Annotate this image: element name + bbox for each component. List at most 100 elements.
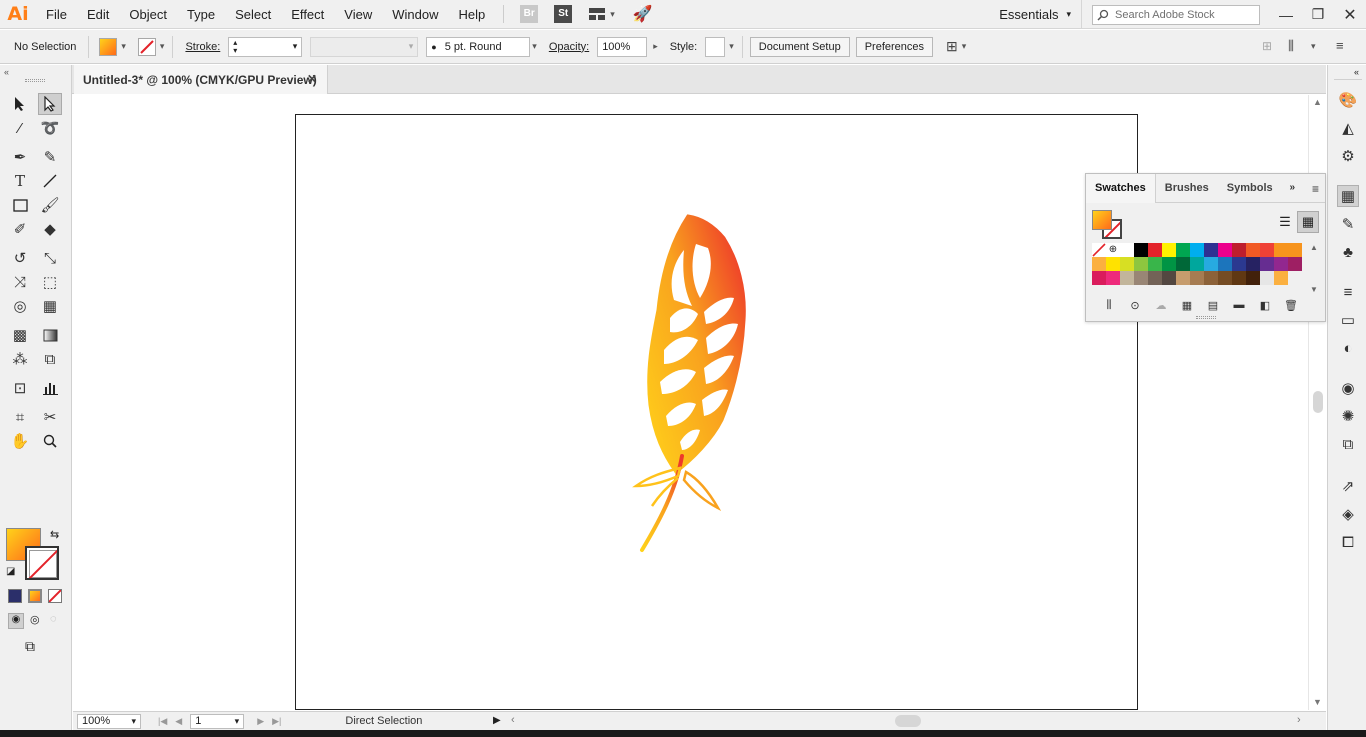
minimize-button[interactable]: — <box>1270 7 1302 23</box>
swap-fill-stroke-icon[interactable]: ⇆ <box>50 528 59 541</box>
folder-icon[interactable]: ▬ <box>1226 299 1252 311</box>
menu-select[interactable]: Select <box>225 0 281 29</box>
gpu-rocket-icon[interactable]: 🚀 <box>633 4 653 24</box>
color-swatch[interactable] <box>1232 257 1246 271</box>
chevron-down-icon[interactable]: ▾ <box>121 41 126 52</box>
document-setup-button[interactable]: Document Setup <box>749 36 850 57</box>
symbols-panel-icon[interactable]: ♣ <box>1337 241 1359 263</box>
expand-panel-icon[interactable]: » <box>1289 182 1295 193</box>
new-swatch-icon[interactable]: ◧ <box>1252 299 1278 312</box>
stroke-label[interactable]: Stroke: <box>177 41 228 53</box>
menu-edit[interactable]: Edit <box>77 0 119 29</box>
color-swatch[interactable] <box>1148 243 1162 257</box>
artboard-tool-icon[interactable]: ⌗ <box>8 406 32 428</box>
opacity-label[interactable]: Opacity: <box>541 41 597 53</box>
zoom-level-field[interactable]: 100% ▾ <box>77 713 141 729</box>
color-swatch[interactable] <box>1092 271 1106 285</box>
color-swatch[interactable] <box>1246 257 1260 271</box>
draw-inside-icon[interactable]: ◌ <box>50 613 57 625</box>
chevron-down-icon[interactable]: ▾ <box>160 41 165 52</box>
artboard-number-field[interactable]: 1 ▾ <box>190 713 245 729</box>
graphic-styles-icon[interactable]: ✺ <box>1337 405 1359 427</box>
color-swatch[interactable] <box>1190 271 1204 285</box>
draw-normal-icon[interactable]: ◉ <box>8 613 24 629</box>
color-swatch[interactable] <box>1134 271 1148 285</box>
color-swatch[interactable] <box>1120 271 1134 285</box>
menu-help[interactable]: Help <box>448 0 495 29</box>
color-swatch[interactable] <box>1120 243 1134 257</box>
status-menu-arrow-icon[interactable]: ▶ <box>493 715 501 726</box>
cloud-icon[interactable]: ☁ <box>1148 299 1174 312</box>
stock-search-input[interactable]: Search Adobe Stock <box>1092 4 1260 25</box>
color-swatch[interactable] <box>1190 257 1204 271</box>
swatch-libraries-icon[interactable]: ⫼ <box>1096 299 1122 312</box>
column-graph-tool-icon[interactable] <box>38 377 62 399</box>
color-swatch[interactable] <box>1176 243 1190 257</box>
color-swatch[interactable] <box>1148 257 1162 271</box>
arrange-documents-icon[interactable]: ▾ <box>588 7 615 21</box>
chevron-down-icon[interactable]: ▾ <box>729 41 734 52</box>
color-swatch[interactable] <box>1274 271 1288 285</box>
shaper-tool-icon[interactable]: ✐ <box>8 218 32 240</box>
draw-behind-icon[interactable]: ◎ <box>30 613 40 626</box>
shape-builder-tool-icon[interactable]: ◎ <box>8 295 32 317</box>
appearance-panel-icon[interactable]: ◉ <box>1337 377 1359 399</box>
gradient-tool-icon[interactable] <box>38 324 62 346</box>
scroll-up-icon[interactable]: ▲ <box>1313 97 1322 107</box>
eraser-tool-icon[interactable]: ◆ <box>38 218 62 240</box>
color-swatch[interactable] <box>1204 243 1218 257</box>
menu-effect[interactable]: Effect <box>281 0 334 29</box>
chevron-down-icon[interactable]: ▾ <box>293 41 298 52</box>
free-transform-tool-icon[interactable]: ⬚ <box>38 271 62 293</box>
screen-mode-icon[interactable]: ⧉ <box>25 638 35 655</box>
swatch-fill-indicator[interactable] <box>1092 210 1112 230</box>
color-swatch[interactable] <box>1288 243 1302 257</box>
color-swatch[interactable] <box>1260 271 1274 285</box>
none-mode-icon[interactable] <box>48 589 62 603</box>
type-tool-icon[interactable]: T <box>8 170 32 192</box>
chevron-down-icon[interactable]: ▾ <box>1311 41 1316 52</box>
width-tool-icon[interactable]: ⤨ <box>8 271 32 293</box>
registration-swatch[interactable]: ⊕ <box>1106 243 1120 257</box>
chevron-right-icon[interactable]: ▸ <box>653 41 658 52</box>
last-artboard-icon[interactable]: ▶| <box>272 716 281 727</box>
panel-grip[interactable] <box>1196 316 1216 319</box>
stroke-color-box[interactable] <box>25 546 59 580</box>
menu-view[interactable]: View <box>334 0 382 29</box>
transparency-panel-icon[interactable]: ◐ <box>1337 337 1359 359</box>
color-swatch[interactable] <box>1134 257 1148 271</box>
eyedropper-tool-icon[interactable]: ⁂ <box>8 348 32 370</box>
stepper-icon[interactable]: ▴ ▾ <box>233 38 237 55</box>
distribute-icon[interactable]: ⫼ <box>1288 38 1294 54</box>
delete-swatch-icon[interactable]: 🗑 <box>1278 299 1304 312</box>
selection-tool-icon[interactable] <box>8 93 32 115</box>
swatch-scrollbar[interactable]: ▲ ▼ <box>1308 243 1320 295</box>
restore-button[interactable]: ❐ <box>1302 6 1334 23</box>
none-swatch[interactable] <box>1092 243 1106 257</box>
document-tab[interactable]: Untitled-3* @ 100% (CMYK/GPU Preview) ✕ <box>74 65 328 94</box>
close-tab-icon[interactable]: ✕ <box>307 72 317 86</box>
color-swatch[interactable] <box>1176 271 1190 285</box>
pen-tool-icon[interactable]: ✒ <box>8 146 32 168</box>
horizontal-scroll-thumb[interactable] <box>895 715 921 727</box>
color-swatch[interactable] <box>1274 243 1288 257</box>
blend-tool-icon[interactable]: ⧉ <box>38 348 62 370</box>
scroll-right-icon[interactable]: › <box>1297 714 1301 726</box>
mesh-tool-icon[interactable]: ▩ <box>8 324 32 346</box>
chevron-down-icon[interactable]: ▾ <box>962 41 967 52</box>
opacity-field[interactable]: 100% <box>597 36 648 57</box>
color-swatch[interactable] <box>1106 271 1120 285</box>
color-swatch[interactable] <box>1232 243 1246 257</box>
grid-view-icon[interactable]: ▦ <box>1297 211 1319 233</box>
menu-type[interactable]: Type <box>177 0 225 29</box>
brush-definition[interactable]: ● 5 pt. Round <box>426 36 531 57</box>
chevron-down-icon[interactable]: ▾ <box>532 41 537 52</box>
stock-button[interactable]: St <box>554 5 573 23</box>
align-icon[interactable]: ⊞ <box>1262 39 1272 53</box>
paintbrush-tool-icon[interactable]: 🖌 <box>38 194 62 216</box>
list-view-icon[interactable]: ☰ <box>1274 211 1296 233</box>
color-swatch[interactable] <box>1260 257 1274 271</box>
symbol-sprayer-tool-icon[interactable]: ⊡ <box>8 377 32 399</box>
line-tool-icon[interactable] <box>38 170 62 192</box>
new-color-group-icon[interactable]: ▤ <box>1200 299 1226 312</box>
